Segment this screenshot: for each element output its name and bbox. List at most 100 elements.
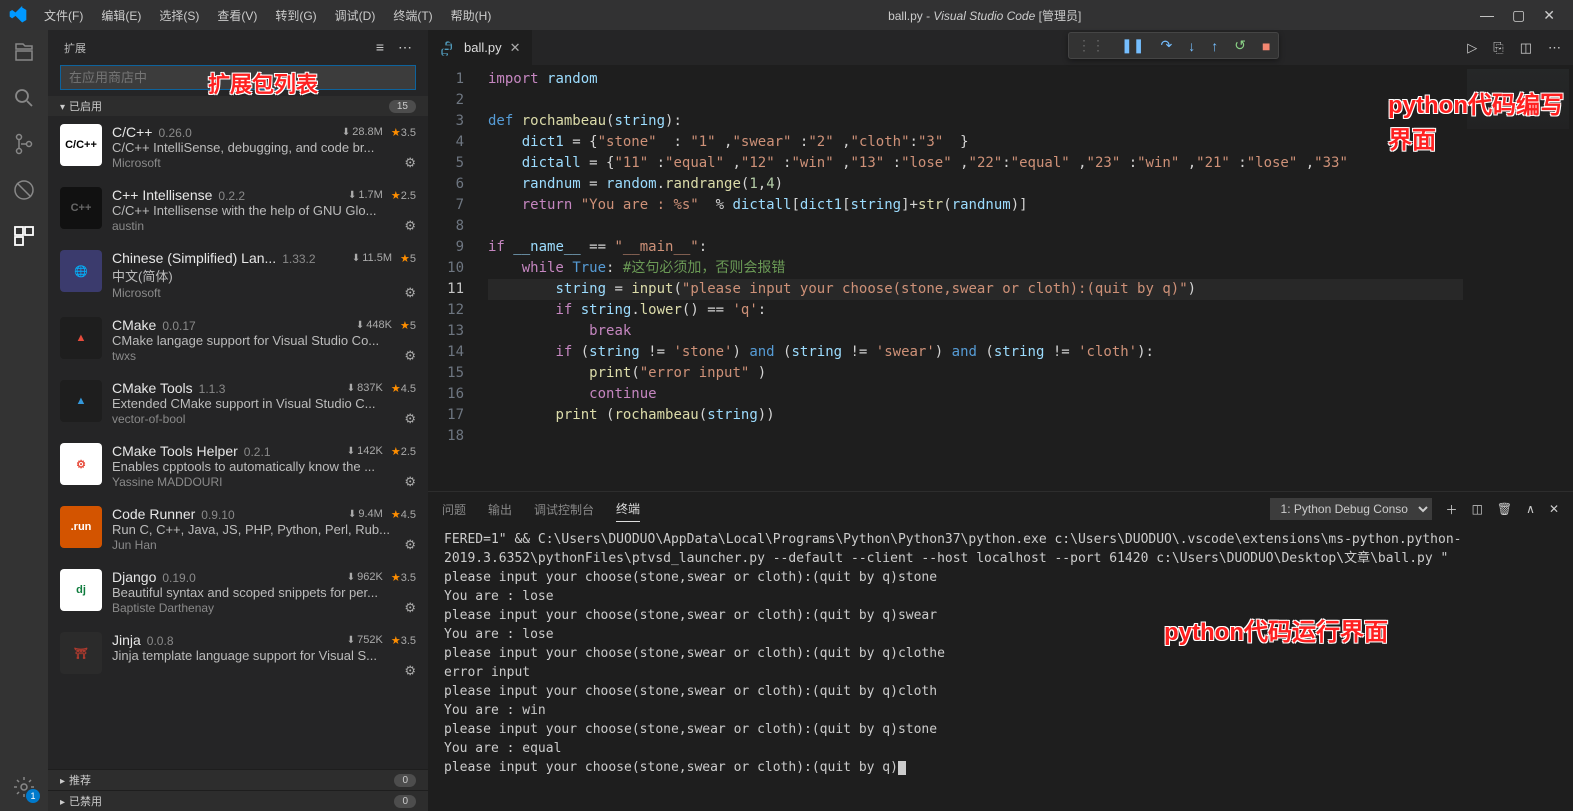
sidebar-title: 扩展 xyxy=(64,40,86,56)
enabled-count-badge: 15 xyxy=(389,100,416,113)
vscode-logo xyxy=(8,5,28,25)
split-right-icon[interactable]: ⎘ xyxy=(1493,40,1503,56)
extension-icon: C/C++ xyxy=(60,124,102,166)
menu-item[interactable]: 选择(S) xyxy=(151,3,207,28)
download-count: 9.4M xyxy=(348,508,383,520)
extension-publisher: Microsoft xyxy=(112,156,161,170)
menu-item[interactable]: 转到(G) xyxy=(267,3,324,28)
extension-icon: dj xyxy=(60,569,102,611)
extension-item[interactable]: dj Django0.19.0 962K★3.5 Beautiful synta… xyxy=(48,561,428,624)
gear-icon[interactable]: ⚙ xyxy=(404,663,416,679)
gear-icon[interactable]: ⚙ xyxy=(404,600,416,616)
explorer-icon[interactable] xyxy=(10,38,38,66)
run-icon[interactable]: ▷ xyxy=(1467,40,1477,56)
tab-close-icon[interactable]: ✕ xyxy=(510,40,521,56)
debug-icon[interactable] xyxy=(10,176,38,204)
download-count: 28.8M xyxy=(342,126,383,138)
rating: ★3.5 xyxy=(391,634,416,647)
gear-icon[interactable]: ⚙ xyxy=(404,411,416,427)
download-count: 1.7M xyxy=(348,189,383,201)
extension-icon: C++ xyxy=(60,187,102,229)
debug-toolbar: ⋮⋮ ❚❚ ↷ ↓ ↑ ↺ ■ xyxy=(1068,32,1279,59)
extension-item[interactable]: ⛩ Jinja0.0.8 752K★3.5 Jinja template lan… xyxy=(48,624,428,687)
gear-icon[interactable]: ⚙ xyxy=(404,474,416,490)
maximize-panel-button[interactable]: ∧ xyxy=(1526,502,1535,516)
editor-more-icon[interactable]: ⋯ xyxy=(1548,40,1561,56)
close-panel-button[interactable]: ✕ xyxy=(1549,502,1559,516)
gear-icon[interactable]: ⚙ xyxy=(404,348,416,364)
download-count: 962K xyxy=(347,571,383,583)
activity-bar: 1 xyxy=(0,30,48,811)
close-button[interactable]: ✕ xyxy=(1543,7,1555,24)
extension-item[interactable]: ⚙ CMake Tools Helper0.2.1 142K★2.5 Enabl… xyxy=(48,435,428,498)
search-icon[interactable] xyxy=(10,84,38,112)
debug-pause-button[interactable]: ❚❚ xyxy=(1121,37,1144,54)
more-icon[interactable]: ⋯ xyxy=(398,39,412,56)
panel-tab[interactable]: 问题 xyxy=(442,497,466,522)
recommended-count-badge: 0 xyxy=(394,774,416,787)
menu-item[interactable]: 调试(D) xyxy=(327,3,384,28)
debug-step-over-button[interactable]: ↷ xyxy=(1160,37,1172,54)
source-control-icon[interactable] xyxy=(10,130,38,158)
extensions-search-input[interactable] xyxy=(60,65,416,90)
section-enabled[interactable]: ▾已启用 15 xyxy=(48,96,428,116)
extension-publisher: Jun Han xyxy=(112,538,157,552)
debug-step-into-button[interactable]: ↓ xyxy=(1188,38,1195,54)
debug-grip-icon[interactable]: ⋮⋮ xyxy=(1077,37,1105,54)
extension-name: CMake Tools1.1.3 xyxy=(112,380,225,396)
extension-item[interactable]: C/C++ C/C++0.26.0 28.8M★3.5 C/C++ Intell… xyxy=(48,116,428,179)
bottom-panel: 问题输出调试控制台终端 1: Python Debug Conso ＋ ◫ 🗑 … xyxy=(428,491,1573,811)
panel-tab[interactable]: 输出 xyxy=(488,497,512,522)
extension-publisher: twxs xyxy=(112,349,136,363)
extension-icon: ⛩ xyxy=(60,632,102,674)
extension-item[interactable]: ▲ CMake0.0.17 448K★5 CMake langage suppo… xyxy=(48,309,428,372)
gear-icon[interactable]: ⚙ xyxy=(404,285,416,301)
gear-icon[interactable]: ⚙ xyxy=(404,218,416,234)
minimap[interactable] xyxy=(1463,65,1573,491)
new-terminal-button[interactable]: ＋ xyxy=(1446,501,1458,518)
terminal-selector[interactable]: 1: Python Debug Conso xyxy=(1270,498,1432,520)
extension-name: C/C++0.26.0 xyxy=(112,124,192,140)
extension-item[interactable]: 🌐 Chinese (Simplified) Lan...1.33.2 11.5… xyxy=(48,242,428,309)
extensions-icon[interactable] xyxy=(10,222,38,250)
download-count: 837K xyxy=(347,382,383,394)
rating: ★3.5 xyxy=(391,126,416,139)
extension-item[interactable]: .run Code Runner0.9.10 9.4M★4.5 Run C, C… xyxy=(48,498,428,561)
section-recommended[interactable]: ▸推荐 0 xyxy=(48,769,428,790)
split-terminal-button[interactable]: ◫ xyxy=(1472,502,1483,516)
menu-item[interactable]: 编辑(E) xyxy=(93,3,149,28)
gear-icon[interactable]: ⚙ xyxy=(404,155,416,171)
extension-name: Chinese (Simplified) Lan...1.33.2 xyxy=(112,250,316,266)
menu-item[interactable]: 文件(F) xyxy=(36,3,91,28)
extension-description: Extended CMake support in Visual Studio … xyxy=(112,396,416,411)
extension-description: C/C++ Intellisense with the help of GNU … xyxy=(112,203,416,218)
split-editor-icon[interactable]: ◫ xyxy=(1520,40,1532,56)
panel-tabs: 问题输出调试控制台终端 1: Python Debug Conso ＋ ◫ 🗑 … xyxy=(428,492,1573,522)
menu-item[interactable]: 帮助(H) xyxy=(443,3,500,28)
maximize-button[interactable]: ▢ xyxy=(1512,7,1525,24)
debug-step-out-button[interactable]: ↑ xyxy=(1211,38,1218,54)
filter-icon[interactable]: ≡ xyxy=(376,39,384,56)
section-disabled[interactable]: ▸已禁用 0 xyxy=(48,790,428,811)
gear-icon[interactable]: ⚙ xyxy=(404,537,416,553)
extensions-list: C/C++ C/C++0.26.0 28.8M ★3.5 C/C++ Intell… xyxy=(48,116,428,769)
settings-icon[interactable]: 1 xyxy=(10,773,38,801)
minimize-button[interactable]: — xyxy=(1480,7,1494,24)
menu-item[interactable]: 终端(T) xyxy=(385,3,440,28)
rating: ★2.5 xyxy=(391,445,416,458)
extension-publisher: vector-of-bool xyxy=(112,412,185,426)
extension-item[interactable]: C++ C++ Intellisense0.2.2 1.7M★2.5 C/C++… xyxy=(48,179,428,242)
debug-stop-button[interactable]: ■ xyxy=(1262,38,1270,54)
tab-ball-py[interactable]: ball.py ✕ xyxy=(428,30,532,65)
rating: ★4.5 xyxy=(391,382,416,395)
panel-tab[interactable]: 调试控制台 xyxy=(534,497,594,522)
code-content[interactable]: import random def rochambeau(string): di… xyxy=(478,65,1463,491)
kill-terminal-button[interactable]: 🗑 xyxy=(1497,502,1512,516)
debug-restart-button[interactable]: ↺ xyxy=(1234,37,1246,54)
code-editor[interactable]: 123456789101112131415161718 import rando… xyxy=(428,65,1573,491)
panel-tab[interactable]: 终端 xyxy=(616,496,640,522)
extension-publisher: Yassine MADDOURI xyxy=(112,475,222,489)
menu-item[interactable]: 查看(V) xyxy=(209,3,265,28)
terminal-output[interactable]: FERED=1" && C:\Users\DUODUO\AppData\Loca… xyxy=(428,522,1573,811)
extension-item[interactable]: ▲ CMake Tools1.1.3 837K★4.5 Extended CMa… xyxy=(48,372,428,435)
